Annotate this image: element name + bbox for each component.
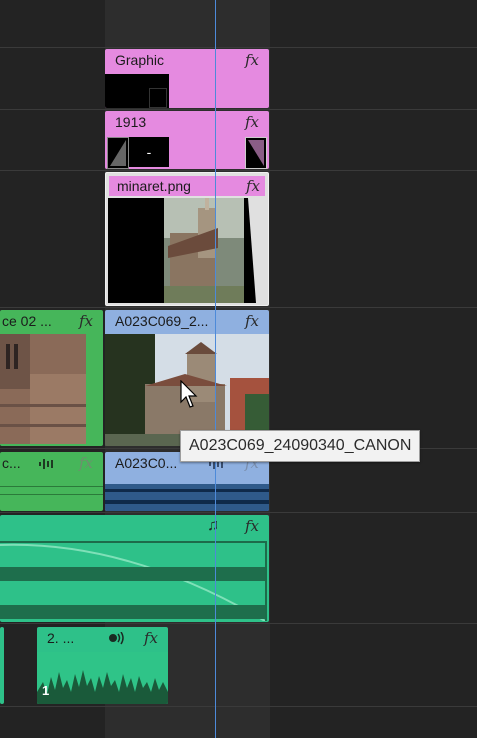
clip-thumbnail-text: - (129, 137, 169, 167)
timeline-track-area-right (270, 0, 477, 738)
speech-icon (107, 631, 125, 651)
clip-graphic[interactable]: Graphic fx (105, 49, 269, 108)
clip-minaret[interactable]: minaret.png fx (105, 172, 269, 306)
audio-waveform (105, 484, 269, 511)
track-divider (0, 512, 477, 513)
track-badge: 1 (42, 683, 50, 698)
track-divider (0, 307, 477, 308)
track-divider (0, 706, 477, 707)
church-image (164, 198, 266, 303)
brick-wall-image (0, 334, 86, 444)
audio-waveform (37, 652, 168, 704)
track-divider (0, 47, 477, 48)
clip-label: minaret.png (109, 176, 265, 196)
music-note-icon: ♫ (207, 517, 219, 534)
fx-badge[interactable]: fx (144, 627, 158, 649)
audio-line (0, 486, 103, 487)
fx-badge[interactable]: fx (79, 310, 93, 332)
thumbnail-shape (149, 88, 167, 108)
fx-badge[interactable]: fx (246, 176, 260, 196)
clip-video-main[interactable]: A023C069_2... fx (105, 310, 269, 446)
fx-badge[interactable]: fx (245, 111, 259, 133)
clip-thumbnail (107, 137, 129, 169)
clip-1913[interactable]: 1913 fx - (105, 111, 269, 169)
track-divider (0, 623, 477, 624)
clip-thumbnail (0, 334, 86, 444)
fx-badge[interactable]: fx (79, 452, 93, 474)
clip-video-left[interactable]: ce 02 ... fx (0, 310, 103, 446)
track-divider (0, 170, 477, 171)
arrow-cursor-icon (180, 379, 200, 410)
track-divider (0, 109, 477, 110)
clip-voice[interactable]: 2. ... fx 1 (37, 627, 168, 704)
clip-audio-left[interactable]: c... fx (0, 452, 103, 511)
waveform-icon (38, 457, 56, 475)
transition-icon (110, 140, 126, 166)
fx-badge[interactable]: fx (245, 515, 259, 537)
clip-thumbnail (105, 74, 169, 108)
playhead[interactable] (215, 0, 216, 738)
fx-badge[interactable]: fx (245, 49, 259, 71)
transition-icon (248, 140, 264, 166)
fx-badge[interactable]: fx (245, 310, 259, 332)
clip-partial[interactable] (0, 627, 4, 704)
audio-waveform (0, 541, 267, 622)
transition-end (245, 137, 267, 169)
clip-music[interactable]: ♫ fx (0, 515, 269, 622)
clip-name-tooltip: A023C069_24090340_CANON (180, 430, 421, 462)
audio-line (0, 494, 103, 495)
clip-thumbnail (108, 198, 266, 303)
